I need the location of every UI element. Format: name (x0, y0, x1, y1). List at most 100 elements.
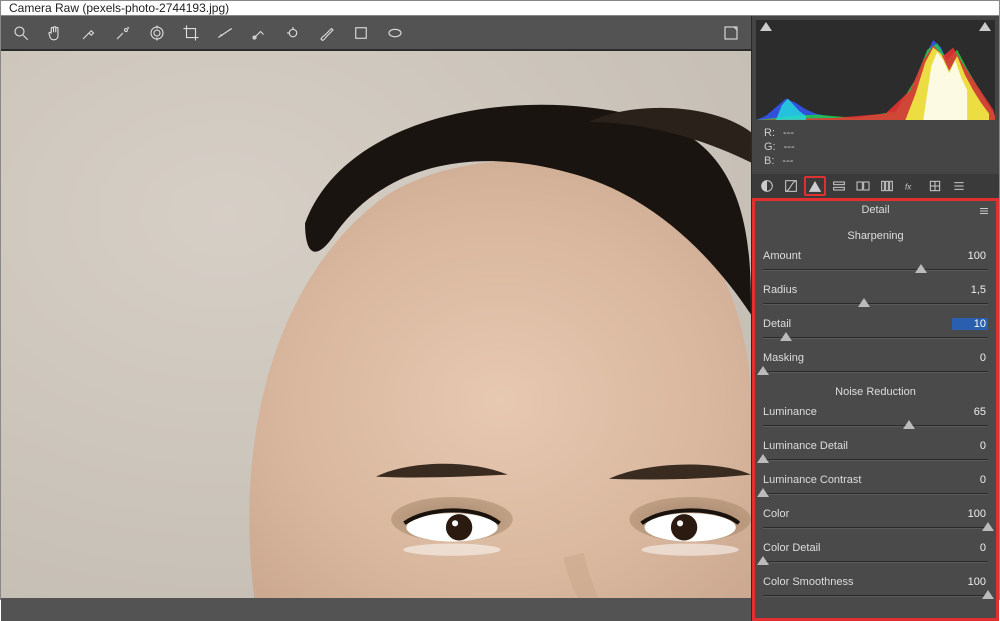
amount-slider[interactable] (763, 264, 988, 276)
coldetail-control: Color Detail 0 (763, 542, 988, 568)
radius-thumb[interactable] (858, 298, 870, 307)
target-adjust-icon[interactable] (145, 21, 169, 45)
tab-fx-icon[interactable]: fx (900, 176, 922, 196)
shadow-clip-icon[interactable] (760, 22, 772, 31)
colsmooth-control: Color Smoothness 100 (763, 576, 988, 602)
tab-detail-icon[interactable] (804, 176, 826, 196)
colsmooth-thumb[interactable] (982, 590, 994, 599)
lumdetail-slider[interactable] (763, 454, 988, 466)
histogram[interactable] (756, 20, 995, 120)
amount-label: Amount (763, 250, 801, 262)
detail-thumb[interactable] (780, 332, 792, 341)
b-value: --- (782, 154, 793, 168)
lumdetail-value[interactable]: 0 (952, 440, 988, 452)
lumcontrast-control: Luminance Contrast 0 (763, 474, 988, 500)
content-area: R: --- G: --- B: --- fx Detail (1, 16, 999, 621)
masking-slider[interactable] (763, 366, 988, 378)
lumdetail-label: Luminance Detail (763, 440, 848, 452)
tab-split-icon[interactable] (852, 176, 874, 196)
panel-tabs: fx (752, 174, 999, 198)
colsmooth-value[interactable]: 100 (952, 576, 988, 588)
coldetail-label: Color Detail (763, 542, 820, 554)
luminance-value[interactable]: 65 (952, 406, 988, 418)
lumcontrast-thumb[interactable] (757, 488, 769, 497)
zoom-tool-icon[interactable] (9, 21, 33, 45)
lumcontrast-label: Luminance Contrast (763, 474, 861, 486)
photo-preview (1, 51, 751, 598)
amount-thumb[interactable] (915, 264, 927, 273)
g-value: --- (784, 140, 795, 154)
panel-title: Detail (861, 204, 889, 216)
histogram-graph (756, 24, 995, 120)
noise-heading: Noise Reduction (763, 386, 988, 398)
brush-tool-icon[interactable] (315, 21, 339, 45)
straighten-tool-icon[interactable] (213, 21, 237, 45)
coldetail-value[interactable]: 0 (952, 542, 988, 554)
tab-lens-icon[interactable] (876, 176, 898, 196)
crop-tool-icon[interactable] (179, 21, 203, 45)
detail-slider[interactable] (763, 332, 988, 344)
masking-label: Masking (763, 352, 804, 364)
panel-title-bar: Detail (752, 198, 999, 218)
tab-basic-icon[interactable] (756, 176, 778, 196)
hand-tool-icon[interactable] (43, 21, 67, 45)
g-label: G: (764, 140, 776, 154)
radius-control: Radius 1,5 (763, 284, 988, 310)
radius-value[interactable]: 1,5 (952, 284, 988, 296)
color-thumb[interactable] (982, 522, 994, 531)
tab-curve-icon[interactable] (780, 176, 802, 196)
rgb-readout: R: --- G: --- B: --- (752, 124, 999, 174)
color-slider[interactable] (763, 522, 988, 534)
luminance-control: Luminance 65 (763, 406, 988, 432)
radius-slider[interactable] (763, 298, 988, 310)
luminance-slider[interactable] (763, 420, 988, 432)
redeye-tool-icon[interactable] (281, 21, 305, 45)
r-value: --- (783, 126, 794, 140)
colsmooth-slider[interactable] (763, 590, 988, 602)
color-control: Color 100 (763, 508, 988, 534)
right-panel: R: --- G: --- B: --- fx Detail (751, 16, 999, 621)
window-title: Camera Raw (pexels-photo-2744193.jpg) (9, 1, 229, 15)
luminance-label: Luminance (763, 406, 817, 418)
colsmooth-label: Color Smoothness (763, 576, 854, 588)
spot-removal-icon[interactable] (247, 21, 271, 45)
lumdetail-thumb[interactable] (757, 454, 769, 463)
detail-control: Detail 10 (763, 318, 988, 344)
tab-presets-icon[interactable] (948, 176, 970, 196)
detail-value[interactable]: 10 (952, 318, 988, 330)
app-window: Camera Raw (pexels-photo-2744193.jpg) (0, 0, 1000, 600)
masking-value[interactable]: 0 (952, 352, 988, 364)
title-bar: Camera Raw (pexels-photo-2744193.jpg) (1, 1, 999, 16)
r-label: R: (764, 126, 775, 140)
graduated-filter-icon[interactable] (349, 21, 373, 45)
color-label: Color (763, 508, 789, 520)
lumdetail-control: Luminance Detail 0 (763, 440, 988, 466)
amount-control: Amount 100 (763, 250, 988, 276)
b-label: B: (764, 154, 774, 168)
amount-value[interactable]: 100 (952, 250, 988, 262)
lumcontrast-slider[interactable] (763, 488, 988, 500)
tab-calibration-icon[interactable] (924, 176, 946, 196)
masking-thumb[interactable] (757, 366, 769, 375)
highlight-clip-icon[interactable] (979, 22, 991, 31)
preferences-icon[interactable] (719, 21, 743, 45)
lumcontrast-value[interactable]: 0 (952, 474, 988, 486)
color-value[interactable]: 100 (952, 508, 988, 520)
sharpening-heading: Sharpening (763, 230, 988, 242)
detail-panel: Sharpening Amount100 Radius1,5 Detail10 … (752, 218, 999, 621)
coldetail-thumb[interactable] (757, 556, 769, 565)
luminance-thumb[interactable] (903, 420, 915, 429)
tab-hsl-icon[interactable] (828, 176, 850, 196)
image-viewer[interactable] (1, 50, 751, 621)
svg-text:fx: fx (905, 182, 912, 191)
panel-menu-icon[interactable] (978, 205, 990, 217)
left-pane (1, 16, 751, 621)
radius-label: Radius (763, 284, 797, 296)
toolbar (1, 16, 751, 50)
coldetail-slider[interactable] (763, 556, 988, 568)
detail-label: Detail (763, 318, 791, 330)
masking-control: Masking 0 (763, 352, 988, 378)
eyedropper-icon[interactable] (77, 21, 101, 45)
color-sampler-icon[interactable] (111, 21, 135, 45)
radial-filter-icon[interactable] (383, 21, 407, 45)
